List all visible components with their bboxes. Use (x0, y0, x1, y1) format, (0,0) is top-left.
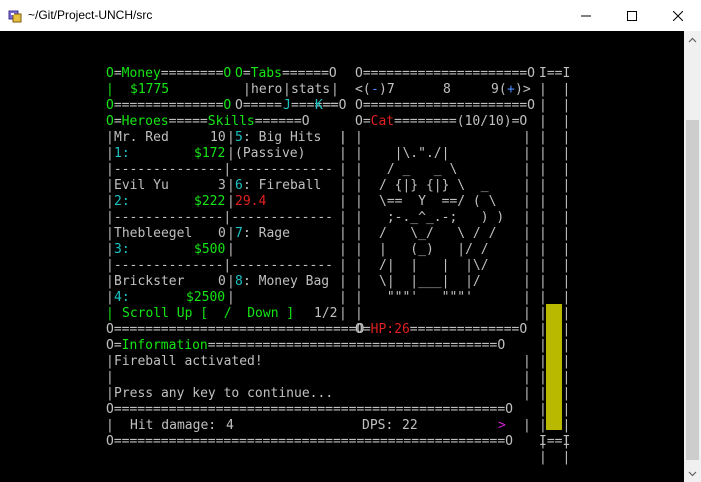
cat-box-top: O=Cat========(10/10)=O (355, 114, 528, 129)
skill-7-number: 7 (235, 226, 243, 241)
skill-5-number: 5 (235, 130, 243, 145)
skill-7-name[interactable]: : Rage (243, 226, 290, 242)
terminal-content[interactable]: O=Money========O | $1775 O==============… (0, 31, 684, 482)
hero-4-index: 4: (114, 290, 130, 305)
window-title: ~/Git/Project-UNCH/src (28, 8, 153, 22)
hero-4-name[interactable]: Brickster (114, 274, 184, 290)
nav-right-text: )> (515, 82, 531, 97)
nav-left-text: <( (355, 82, 371, 97)
dps-value: 22 (402, 418, 418, 433)
tab-key-j: J (283, 98, 291, 113)
info-header: Information (121, 338, 208, 353)
vertical-scrollbar[interactable] (684, 31, 701, 482)
money-row: | (106, 82, 114, 97)
cat-box-bottom: O=HP:26==============O (355, 322, 528, 337)
hero-2-index: 2: (114, 194, 130, 209)
nav-plus-button[interactable]: + (507, 82, 515, 98)
skill-8-name[interactable]: : Money Bag (243, 274, 329, 290)
close-icon (673, 10, 683, 21)
tabs-header: Tabs (250, 66, 282, 81)
hero-3-name[interactable]: Thebleegel (114, 226, 192, 242)
nav-next: 9( (491, 82, 507, 97)
minimize-button[interactable] (563, 0, 609, 31)
scroll-control[interactable]: Scroll Up [ / Down ] (122, 306, 294, 322)
hero-1-index: 1: (114, 146, 130, 161)
tabs-box-top: O=Tabs======O (235, 66, 337, 81)
scroll-page: 1/2 (314, 306, 338, 321)
cat-header: Cat (370, 114, 395, 129)
hero-1-name[interactable]: Mr. Red (114, 130, 169, 146)
hero-2-cost: $222 (194, 194, 226, 209)
hp-gauge-fill (546, 304, 562, 430)
hero-3-cost: $500 (194, 242, 226, 257)
hero-3-index: 3: (114, 242, 130, 257)
hero-2-name[interactable]: Evil Yu (114, 178, 169, 194)
maximize-icon (627, 10, 637, 21)
nav-box-top: O=====================O (355, 66, 536, 81)
scroll-up-arrow-icon[interactable] (684, 31, 701, 48)
gauge-bottom: I==I (539, 434, 571, 449)
tab-key-k: K (315, 98, 323, 113)
hit-damage-label: Hit damage: (130, 418, 217, 433)
terminal-window: ~/Git/Project-UNCH/src O=Money========O … (0, 0, 701, 482)
hero-4-cost: $2500 (186, 290, 226, 305)
tab-hero[interactable]: hero (251, 82, 282, 98)
scrollbar-thumb[interactable] (686, 120, 699, 460)
scroll-down-arrow-icon[interactable] (684, 465, 701, 482)
cat-ascii-art: |\."./| / _ _ \ / {|} {|} \ _ \== Y ==/ … (379, 146, 505, 305)
nav-prev: )7 (379, 82, 395, 97)
info-line-1: Fireball activated! (114, 354, 263, 369)
hp-label: HP:26 (370, 322, 410, 337)
info-line-3: Press any key to continue... (114, 386, 334, 401)
gauge-top: I==I (539, 66, 571, 81)
dps-label: DPS: (362, 418, 394, 433)
skill-6-number: 6 (235, 178, 243, 193)
skill-5-name[interactable]: : Big Hits (243, 130, 321, 146)
title-bar: ~/Git/Project-UNCH/src (0, 0, 701, 31)
skills-header: Skills (207, 114, 255, 129)
heroes-header: Heroes (121, 114, 169, 129)
close-button[interactable] (655, 0, 701, 31)
hero-4-level: 0 (218, 274, 226, 289)
hero-1-cost: $172 (194, 146, 226, 161)
hero-2-level: 3 (218, 178, 226, 193)
hit-damage-value: 4 (226, 418, 234, 433)
maximize-button[interactable] (609, 0, 655, 31)
info-box-top: O=Information===========================… (106, 338, 506, 353)
hero-1-level: 10 (210, 130, 226, 145)
money-box-top: O=Money========O (106, 66, 232, 81)
status-arrow: > (498, 418, 506, 433)
skill-6-name[interactable]: : Fireball (243, 178, 321, 194)
nav-minus-button[interactable]: - (371, 82, 379, 98)
money-value: $1775 (130, 82, 170, 97)
tab-stats[interactable]: stats (291, 82, 330, 98)
skill-5-sub: (Passive) (235, 146, 306, 161)
nav-current: 8 (443, 82, 451, 97)
status-box-bottom: O=======================================… (106, 434, 513, 449)
skill-8-number: 8 (235, 274, 243, 289)
skill-6-cooldown: 29.4 (235, 194, 267, 209)
heroes-skills-top: O=Heroes=====Skills======O (106, 114, 310, 129)
cat-count: (10/10) (456, 114, 512, 129)
minimize-icon (581, 15, 591, 16)
hero-3-level: 0 (218, 226, 226, 241)
terminal-app-icon (7, 8, 23, 24)
money-header: Money (121, 66, 161, 81)
